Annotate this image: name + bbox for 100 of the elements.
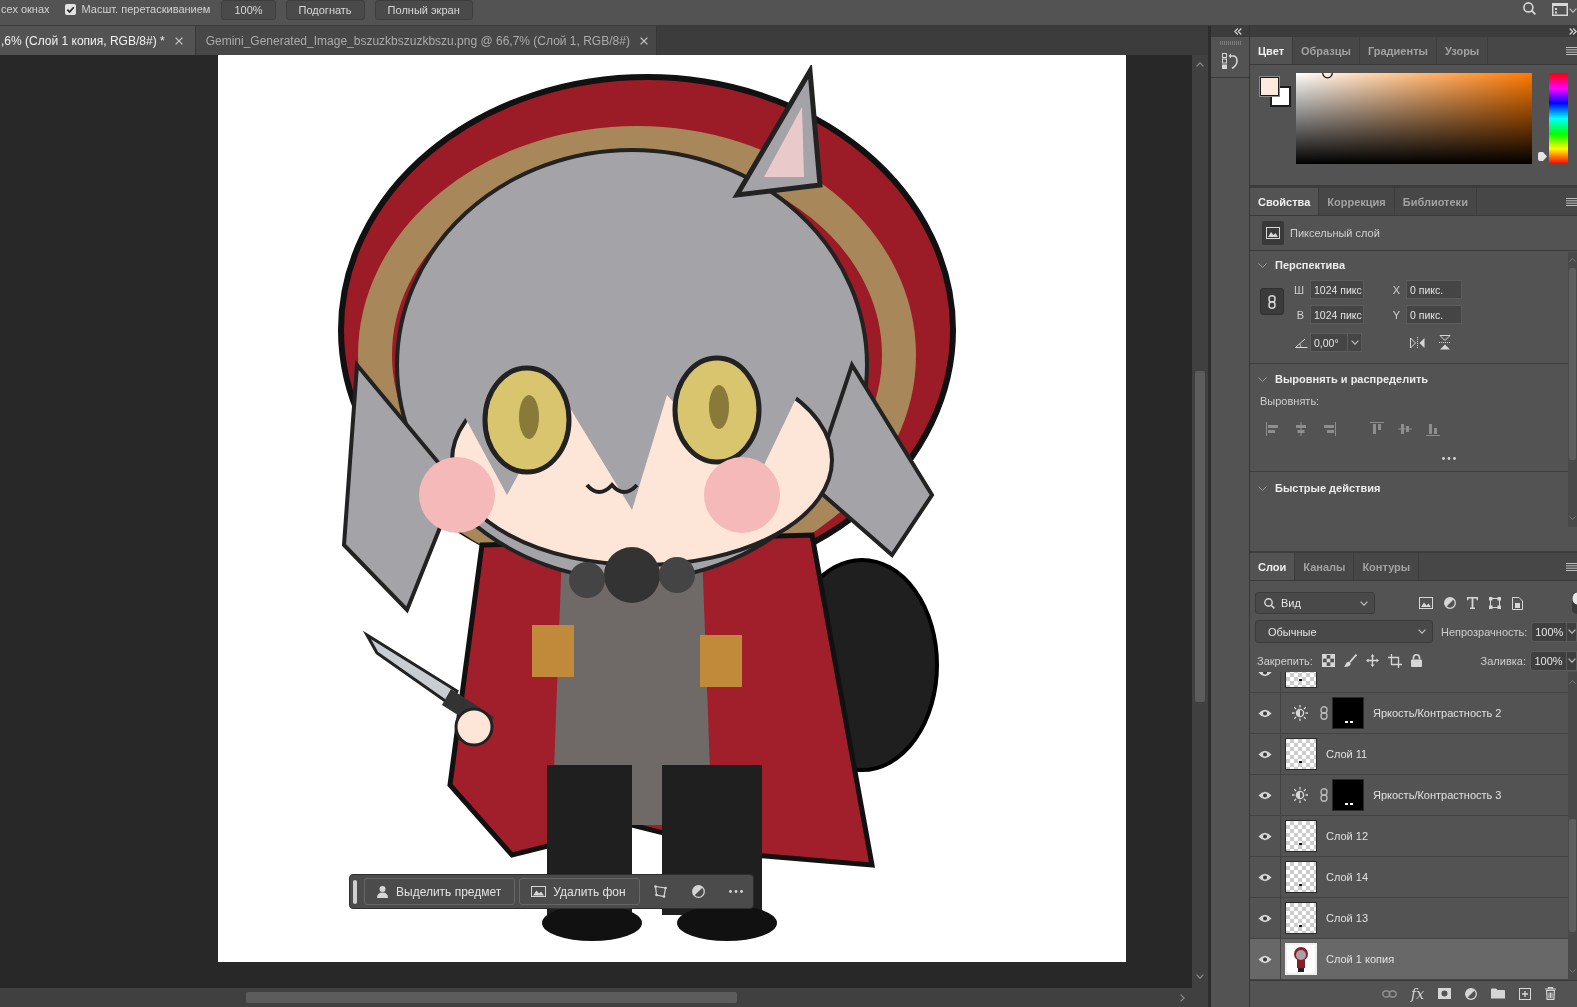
- chevron-right-icon[interactable]: [1180, 993, 1185, 1002]
- section-header[interactable]: Выровнять и распределить: [1250, 364, 1568, 394]
- close-icon[interactable]: [639, 36, 648, 45]
- angle-field[interactable]: 0,00°: [1310, 333, 1347, 352]
- scrollbar-thumb[interactable]: [246, 992, 737, 1003]
- effects-button[interactable]: fx: [1411, 985, 1425, 1002]
- history-icon[interactable]: [1222, 53, 1238, 69]
- panel-tab[interactable]: Цвет: [1250, 37, 1293, 64]
- lock-icon[interactable]: [1410, 654, 1422, 667]
- foreground-swatch[interactable]: [1259, 76, 1280, 97]
- flip-horizontal-icon[interactable]: [1410, 336, 1425, 349]
- eye-icon[interactable]: [1258, 872, 1272, 882]
- layer-row[interactable]: Слой 14: [1250, 857, 1568, 898]
- link-icon[interactable]: [1320, 706, 1328, 720]
- option-button[interactable]: Полный экран: [374, 0, 473, 20]
- document-tab[interactable]: Gemini_Generated_Image_bszuzkbszuzkbszu.png @ 66,7% (Слой 1, RGB/8#): [195, 26, 657, 55]
- chevron-down-icon[interactable]: [1569, 8, 1577, 13]
- section-header[interactable]: Быстрые действия: [1250, 472, 1568, 504]
- filter-dropdown[interactable]: Вид: [1255, 592, 1375, 614]
- dropdown-button[interactable]: [1566, 650, 1577, 671]
- eye-icon[interactable]: [1258, 790, 1272, 800]
- chevron-up-icon[interactable]: [1196, 62, 1204, 67]
- layer-row[interactable]: Слой 12: [1250, 816, 1568, 857]
- quadrilateral-icon[interactable]: [653, 885, 667, 898]
- grip-icon[interactable]: [1219, 41, 1241, 45]
- blend-mode-dropdown[interactable]: Обычные: [1255, 620, 1433, 643]
- flip-vertical-icon[interactable]: [1439, 335, 1451, 350]
- dropdown-button[interactable]: [1347, 333, 1362, 352]
- task-button[interactable]: Удалить фон: [519, 878, 640, 905]
- drag-handle[interactable]: [353, 879, 357, 904]
- chevron-down-icon[interactable]: [1196, 974, 1204, 979]
- half-circle-icon[interactable]: [1444, 597, 1456, 609]
- brush-icon[interactable]: [1343, 654, 1357, 667]
- link-icon[interactable]: [1320, 788, 1328, 802]
- image-icon[interactable]: [1419, 597, 1433, 609]
- panel-tab[interactable]: Коррекция: [1319, 188, 1395, 215]
- checkbox[interactable]: [64, 4, 76, 15]
- toggle-switch[interactable]: [1572, 592, 1577, 614]
- fill-field[interactable]: 100%: [1530, 650, 1566, 671]
- layer-row[interactable]: Слой 11: [1250, 734, 1568, 775]
- panel-tab[interactable]: Узоры: [1436, 37, 1489, 64]
- checkerboard-icon[interactable]: [1321, 654, 1335, 667]
- layer-row[interactable]: Яркость/Контрастность 3: [1250, 775, 1568, 816]
- scrollbar[interactable]: [1568, 672, 1577, 980]
- transform-icon[interactable]: [1489, 597, 1501, 609]
- panel-tab[interactable]: Контуры: [1354, 553, 1420, 580]
- menu-icon[interactable]: [1566, 197, 1577, 206]
- more-icon[interactable]: [728, 890, 743, 893]
- trash-icon[interactable]: [1545, 987, 1557, 1000]
- eye-icon[interactable]: [1258, 749, 1272, 759]
- double-chevron-left-icon[interactable]: [1234, 28, 1242, 35]
- scrollbar[interactable]: [1568, 252, 1577, 527]
- input-field[interactable]: 1024 пикс: [1310, 305, 1364, 324]
- panel-tab[interactable]: Слои: [1250, 553, 1296, 580]
- task-button[interactable]: Выделить предмет: [364, 878, 516, 905]
- document-icon[interactable]: [1512, 596, 1523, 610]
- eye-icon[interactable]: [1258, 954, 1272, 964]
- link-button[interactable]: [1260, 288, 1284, 315]
- close-icon[interactable]: [174, 36, 183, 45]
- panel-tab[interactable]: Каналы: [1295, 553, 1355, 580]
- new-layer-icon[interactable]: [1519, 987, 1532, 1000]
- panel-tab[interactable]: Свойства: [1250, 188, 1320, 215]
- move-icon[interactable]: [1365, 654, 1379, 667]
- eye-icon[interactable]: [1258, 708, 1272, 718]
- half-circle-icon[interactable]: [691, 885, 705, 898]
- scrollbar-thumb[interactable]: [1569, 268, 1576, 460]
- type-icon[interactable]: [1467, 597, 1478, 609]
- panel-tab[interactable]: Библиотеки: [1394, 188, 1477, 215]
- panel-tab[interactable]: Образцы: [1293, 37, 1360, 64]
- document-tab[interactable]: ,6% (Слой 1 копия, RGB/8#) *: [0, 26, 196, 55]
- scrollbar[interactable]: [1192, 55, 1208, 988]
- eye-icon[interactable]: [1258, 913, 1272, 923]
- menu-icon[interactable]: [1566, 562, 1577, 571]
- eye-icon[interactable]: [1258, 831, 1272, 841]
- input-field[interactable]: 1024 пикс: [1310, 280, 1364, 299]
- more-icon[interactable]: [1442, 457, 1456, 460]
- half-circle-icon[interactable]: [1465, 987, 1478, 1000]
- dropdown-button[interactable]: [1566, 621, 1577, 642]
- scrollbar-thumb[interactable]: [1195, 371, 1205, 702]
- picker-ring-icon[interactable]: [1322, 73, 1333, 79]
- input-field[interactable]: 0 пикс.: [1406, 280, 1462, 299]
- hue-slider-thumb[interactable]: [1538, 152, 1547, 162]
- layer-row[interactable]: Яркость/Контрастность 2: [1250, 693, 1568, 734]
- section-header[interactable]: Перспектива: [1250, 251, 1568, 279]
- folder-icon[interactable]: [1491, 988, 1506, 999]
- double-chevron-right-icon[interactable]: [1569, 28, 1577, 35]
- search-icon[interactable]: [1523, 2, 1536, 15]
- scrollbar[interactable]: [0, 988, 1208, 1007]
- background-swatch[interactable]: [1259, 76, 1291, 107]
- color-field[interactable]: [1296, 73, 1532, 164]
- panel-tab[interactable]: Градиенты: [1359, 37, 1437, 64]
- workspace-icon[interactable]: [1552, 3, 1568, 16]
- option-button[interactable]: 100%: [221, 0, 276, 20]
- input-field[interactable]: 0 пикс.: [1406, 305, 1462, 324]
- crop-frame-icon[interactable]: [1387, 653, 1402, 668]
- option-button[interactable]: Подогнать: [285, 0, 365, 20]
- menu-icon[interactable]: [1566, 46, 1577, 55]
- scrollbar-thumb[interactable]: [1569, 819, 1576, 932]
- layer-row[interactable]: Слой 1 копия: [1250, 939, 1568, 980]
- mask-icon[interactable]: [1438, 988, 1452, 999]
